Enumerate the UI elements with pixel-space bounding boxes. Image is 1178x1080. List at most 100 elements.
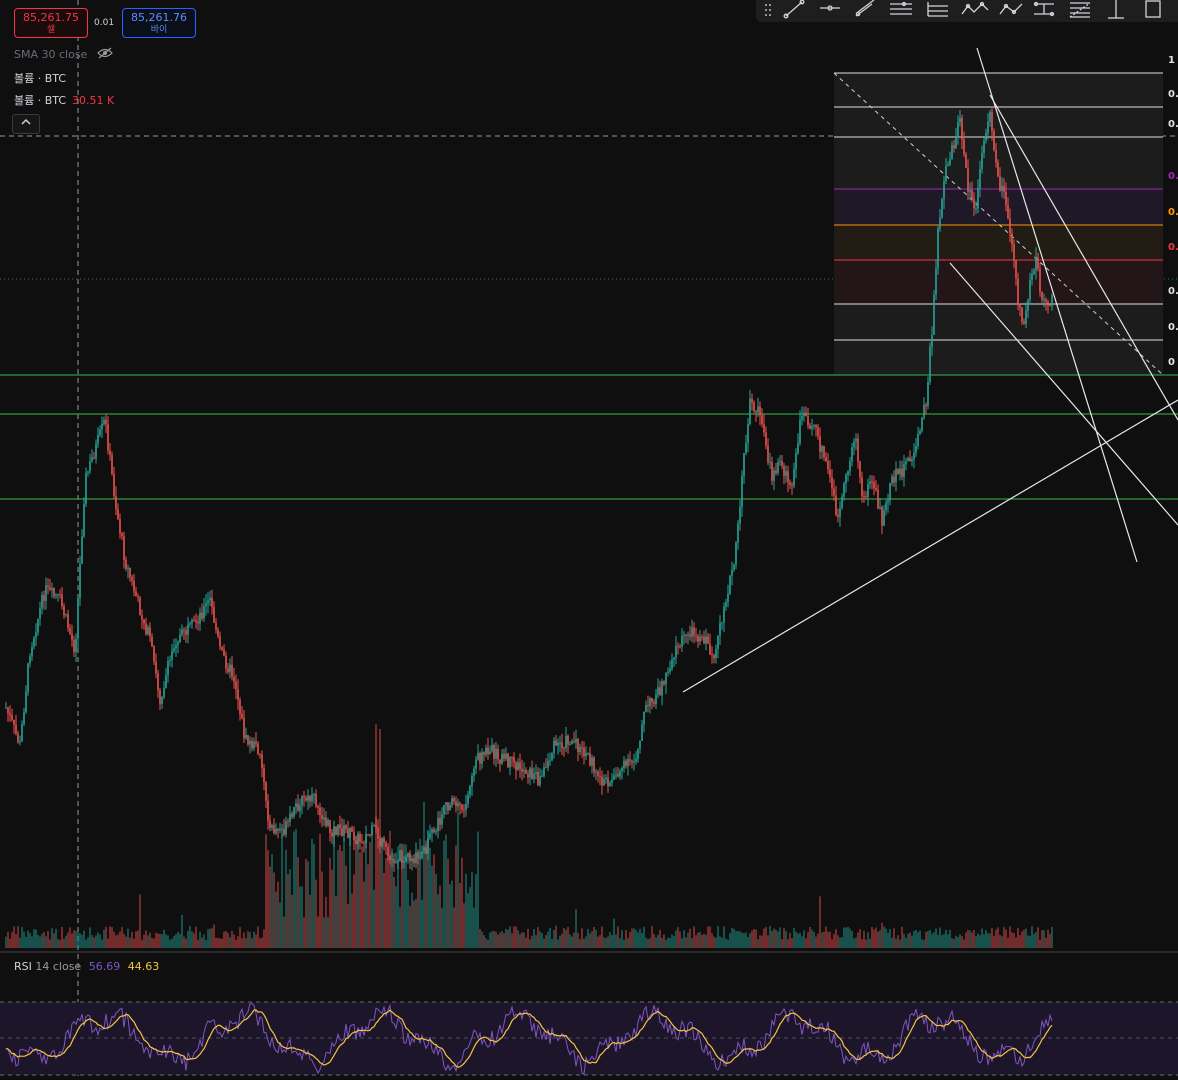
trend-line-rising[interactable] [682, 399, 1178, 693]
buy-button[interactable]: 85,261.76 바이 [122, 8, 196, 38]
candle-body [717, 635, 719, 649]
candle-body [887, 500, 889, 503]
volume-legend-1[interactable]: 볼륨 · BTC [14, 70, 66, 86]
candle-body [643, 711, 645, 725]
rsi-legend[interactable]: RSI 14 close 56.69 44.63 [14, 960, 159, 973]
candle-body [741, 476, 743, 507]
candle-body [315, 793, 317, 806]
volume-bar [785, 931, 787, 948]
candle-body [1007, 205, 1009, 219]
volume-bar [993, 935, 995, 948]
collapse-legend-button[interactable] [12, 114, 40, 134]
horizontal-line-icon[interactable] [820, 5, 840, 11]
volume-bar [223, 931, 225, 948]
candle-body [915, 446, 917, 453]
candle-body [871, 481, 873, 483]
candle-body [657, 687, 659, 695]
path-icon[interactable] [999, 3, 1023, 15]
fib-icon[interactable] [1069, 2, 1091, 18]
volume-bar [305, 859, 307, 948]
volume-bar [551, 939, 553, 948]
candle-body [243, 718, 245, 739]
candle-body [521, 768, 523, 772]
candle-body [923, 404, 925, 418]
volume-bar [687, 932, 689, 948]
candle-body [361, 841, 363, 843]
volume-bar [105, 926, 107, 948]
volume-bar [355, 836, 357, 948]
volume-bar [529, 939, 531, 948]
volume-bar [975, 936, 977, 948]
volume-bar [857, 932, 859, 948]
node-line-icon[interactable] [1033, 1, 1055, 17]
volume-bar [209, 928, 211, 948]
volume-bar [57, 938, 59, 948]
candle-body [307, 795, 309, 801]
volume-bar [705, 934, 707, 948]
candle-body [1027, 299, 1029, 311]
volume-bar [363, 881, 365, 948]
volume-bar [347, 904, 349, 948]
candle-body [209, 597, 211, 601]
volume-bar [19, 937, 21, 948]
candle-body [159, 690, 161, 704]
trend-line-icon[interactable] [783, 0, 805, 19]
volume-bar [413, 900, 415, 948]
vertical-measure-icon[interactable] [1108, 0, 1124, 19]
eye-hidden-icon[interactable] [96, 47, 113, 59]
volume-bar [821, 932, 823, 948]
volume-bar [323, 917, 325, 948]
volume-bar [645, 937, 647, 948]
candle-body [1011, 233, 1013, 245]
volume-bar [865, 939, 867, 948]
volume-bar [301, 886, 303, 948]
volume-bar [895, 938, 897, 948]
volume-bar [707, 926, 709, 948]
volume-bar [1051, 927, 1053, 948]
candle-body [747, 424, 749, 444]
parallel-channel-icon[interactable] [855, 0, 875, 17]
candle-body [851, 447, 853, 462]
polyline-icon[interactable] [961, 1, 989, 15]
candle-body [991, 111, 993, 131]
volume-bar [195, 926, 197, 948]
volume-bar [225, 931, 227, 948]
volume-bar [1003, 927, 1005, 948]
volume-bar [561, 933, 563, 948]
candle-body [559, 742, 561, 744]
candle-body [545, 767, 547, 769]
candle-body [311, 794, 313, 802]
candle-body [35, 632, 37, 638]
volume-bar [535, 935, 537, 948]
volume-bar [65, 935, 67, 948]
volume-bar [637, 932, 639, 948]
candle-body [1049, 305, 1051, 307]
candle-body [305, 797, 307, 801]
candle-body [725, 602, 727, 607]
rsi-label: RSI [14, 960, 32, 973]
candle-body [53, 588, 55, 596]
volume-bar [825, 926, 827, 948]
candle-body [699, 636, 701, 642]
volume-bar [371, 830, 373, 948]
candle-body [981, 153, 983, 170]
candle-body [217, 629, 219, 637]
multi-line-icon[interactable] [890, 1, 912, 15]
candle-body [453, 798, 455, 802]
volume-bar [271, 854, 273, 948]
sma-legend[interactable]: SMA 30 close [14, 47, 113, 61]
pitchfork-icon[interactable] [927, 2, 948, 17]
candle-body [119, 518, 121, 534]
candle-body [49, 587, 51, 590]
candle-body [407, 853, 409, 858]
candle-body [749, 398, 751, 424]
volume-bar [1033, 933, 1035, 948]
volume-bar [979, 935, 981, 948]
sell-button[interactable]: 85,261.75 셀 [14, 8, 88, 38]
volume-legend-2[interactable]: 볼륨 · BTC 30.51 K [14, 92, 114, 108]
price-chart[interactable] [0, 0, 1178, 1080]
volume-bar [921, 939, 923, 948]
candle-body [729, 575, 731, 594]
volume-bar [33, 929, 35, 948]
rectangle-icon[interactable] [1145, 0, 1161, 18]
